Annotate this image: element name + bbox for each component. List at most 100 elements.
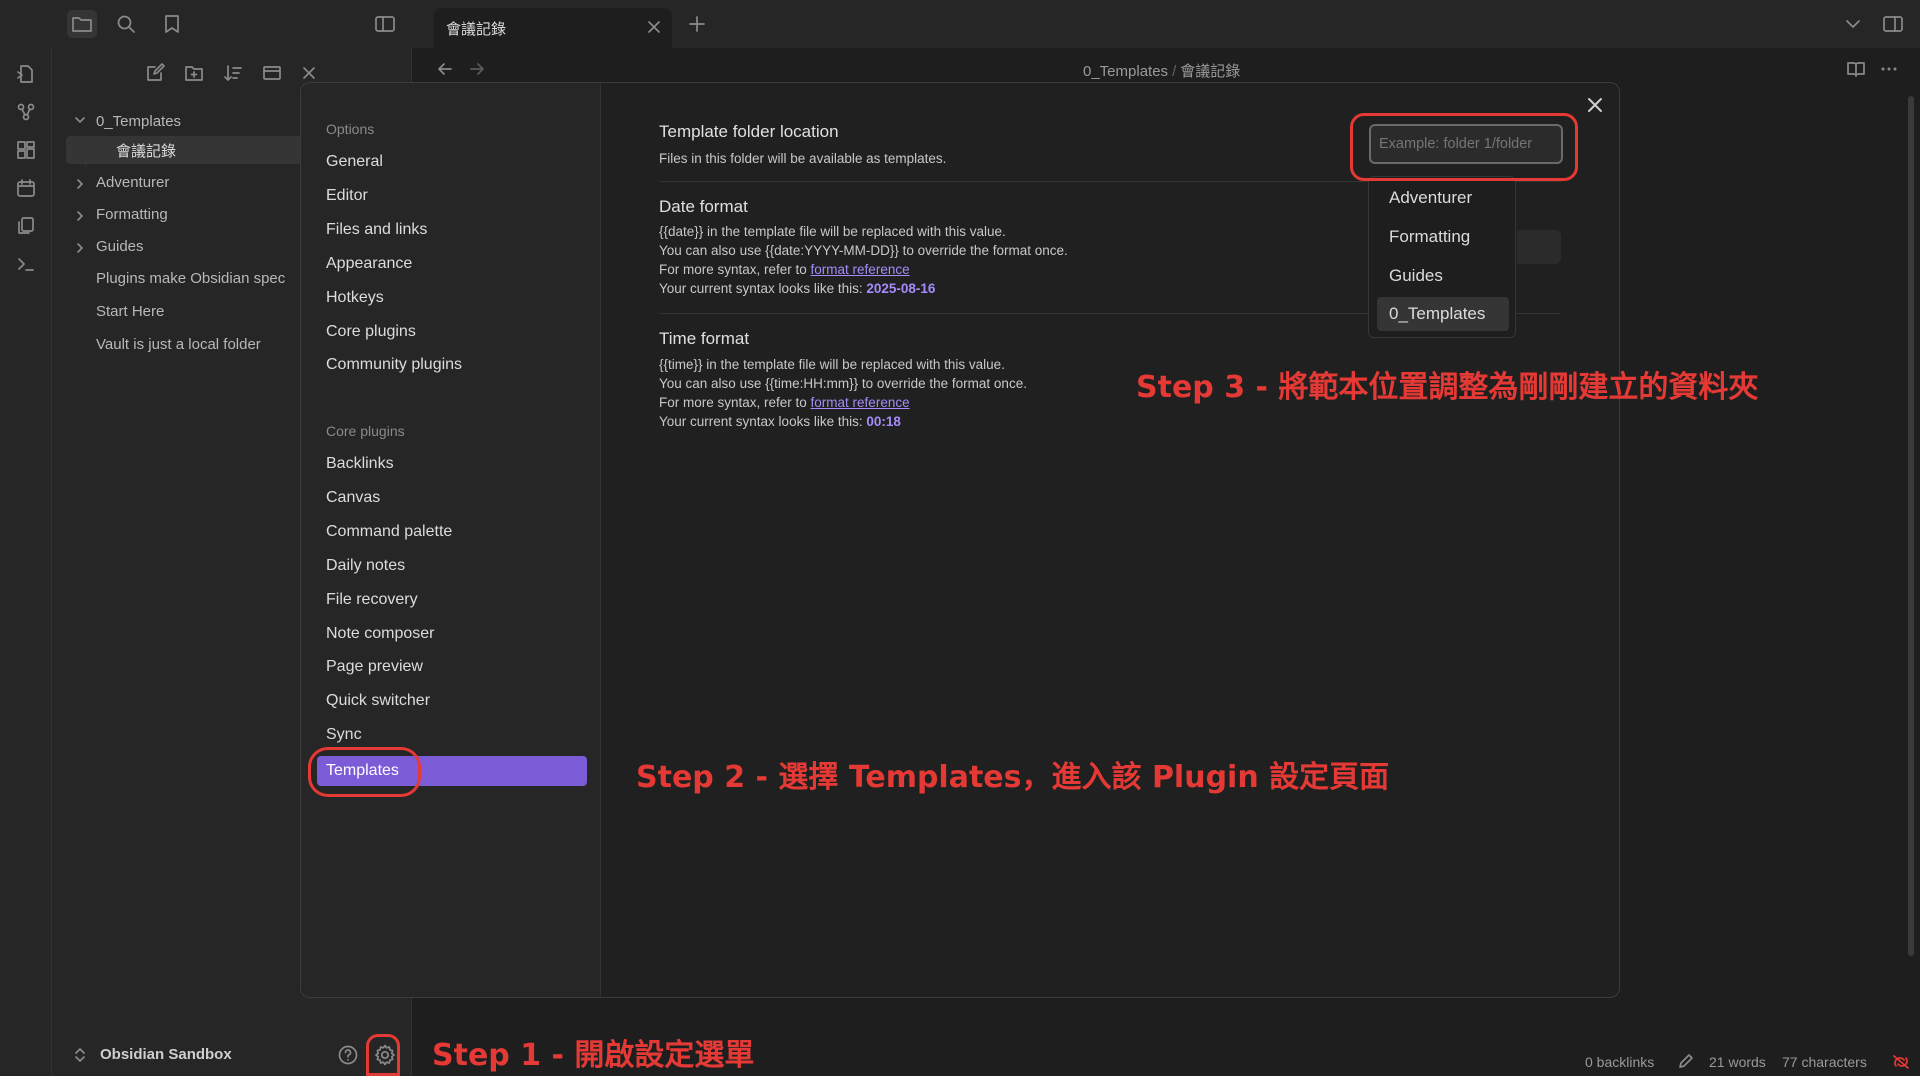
annotation-highlight-templates bbox=[308, 747, 421, 797]
annotation-step-3: Step 3 - 將範本位置調整為剛剛建立的資料夾 bbox=[1136, 370, 1759, 405]
time-format-desc: {{time}} in the template file will be re… bbox=[659, 355, 1027, 431]
settings-item-file-recovery[interactable]: File recovery bbox=[326, 591, 418, 609]
vault-switcher-icon[interactable] bbox=[74, 1046, 86, 1064]
date-format-line-text: For more syntax, refer to bbox=[659, 262, 811, 277]
title-bar: 會議記錄 bbox=[0, 0, 1920, 48]
time-format-line-text: Your current syntax looks like this: bbox=[659, 414, 867, 429]
breadcrumb-file[interactable]: 會議記錄 bbox=[1180, 63, 1240, 80]
chevron-right-icon[interactable] bbox=[74, 242, 86, 254]
reading-view-icon[interactable] bbox=[1846, 60, 1866, 78]
settings-sidebar: Options General Editor Files and links A… bbox=[301, 83, 601, 997]
breadcrumb-separator: / bbox=[1172, 63, 1177, 80]
tab-title: 會議記錄 bbox=[446, 21, 507, 38]
settings-item-canvas[interactable]: Canvas bbox=[326, 489, 380, 507]
template-folder-title: Template folder location bbox=[659, 122, 839, 141]
scrollbar[interactable] bbox=[1908, 96, 1914, 956]
tree-file-start-here[interactable]: Start Here bbox=[96, 303, 164, 320]
tree-item-label: Formatting bbox=[96, 206, 168, 223]
settings-item-quick-switcher[interactable]: Quick switcher bbox=[326, 692, 430, 710]
new-folder-icon[interactable] bbox=[181, 60, 207, 86]
settings-item-hotkeys[interactable]: Hotkeys bbox=[326, 289, 384, 307]
format-reference-link[interactable]: format reference bbox=[811, 262, 910, 277]
graph-view-icon[interactable] bbox=[14, 100, 38, 124]
date-format-input[interactable] bbox=[1517, 230, 1561, 264]
settings-item-page-preview[interactable]: Page preview bbox=[326, 658, 423, 676]
time-format-preview: 00:18 bbox=[866, 414, 901, 429]
settings-item-note-composer[interactable]: Note composer bbox=[326, 625, 435, 643]
back-arrow-icon[interactable] bbox=[436, 60, 454, 78]
backlinks-count[interactable]: 0 backlinks bbox=[1585, 1054, 1654, 1070]
help-icon[interactable] bbox=[337, 1044, 359, 1066]
settings-item-files-and-links[interactable]: Files and links bbox=[326, 221, 427, 239]
tree-item-label: Adventurer bbox=[96, 174, 170, 191]
status-bar: 0 backlinks 21 words 77 characters bbox=[1572, 1048, 1920, 1076]
sync-status-icon[interactable] bbox=[1892, 1054, 1910, 1070]
date-format-line: Your current syntax looks like this: 202… bbox=[659, 279, 1068, 298]
tree-file-meeting-notes[interactable]: 會議記錄 bbox=[66, 136, 306, 164]
suggestion-item[interactable]: Formatting bbox=[1377, 220, 1509, 254]
time-format-line-text: For more syntax, refer to bbox=[659, 395, 811, 410]
settings-item-backlinks[interactable]: Backlinks bbox=[326, 455, 394, 473]
chevron-right-icon[interactable] bbox=[74, 210, 86, 222]
chevron-down-icon[interactable] bbox=[1838, 10, 1868, 38]
date-format-line-text: Your current syntax looks like this: bbox=[659, 281, 867, 296]
settings-item-daily-notes[interactable]: Daily notes bbox=[326, 557, 405, 575]
pencil-icon[interactable] bbox=[1678, 1053, 1694, 1069]
new-note-icon[interactable] bbox=[142, 60, 168, 86]
date-format-desc: {{date}} in the template file will be re… bbox=[659, 222, 1068, 298]
sidebar-toggle-icon[interactable] bbox=[370, 10, 400, 38]
date-format-line: For more syntax, refer to format referen… bbox=[659, 260, 1068, 279]
breadcrumb-folder[interactable]: 0_Templates bbox=[1083, 63, 1168, 80]
ribbon bbox=[0, 48, 52, 1076]
tree-item-label: Vault is just a local folder bbox=[96, 336, 261, 353]
annotation-step-2: Step 2 - 選擇 Templates，進入該 Plugin 設定頁面 bbox=[636, 760, 1390, 795]
date-format-line: You can also use {{date:YYYY-MM-DD}} to … bbox=[659, 243, 1068, 258]
copy-icon[interactable] bbox=[14, 214, 38, 238]
more-options-icon[interactable] bbox=[1880, 60, 1898, 78]
tree-item-label: 會議記錄 bbox=[116, 143, 177, 160]
right-sidebar-toggle-icon[interactable] bbox=[1878, 10, 1908, 38]
suggestion-item-selected[interactable]: 0_Templates bbox=[1377, 297, 1509, 331]
chevron-right-icon[interactable] bbox=[74, 178, 86, 190]
annotation-highlight-folder-input bbox=[1350, 113, 1578, 181]
tree-folder-adventurer[interactable]: Adventurer bbox=[96, 174, 169, 191]
search-icon[interactable] bbox=[111, 10, 141, 38]
vault-name[interactable]: Obsidian Sandbox bbox=[100, 1046, 232, 1063]
tree-folder-0-templates[interactable]: 0_Templates bbox=[96, 110, 181, 134]
bookmark-icon[interactable] bbox=[157, 10, 187, 38]
tree-item-label: 0_Templates bbox=[96, 113, 182, 130]
time-format-line: {{time}} in the template file will be re… bbox=[659, 357, 1005, 372]
settings-item-appearance[interactable]: Appearance bbox=[326, 255, 412, 273]
suggestion-item[interactable]: Guides bbox=[1377, 259, 1509, 293]
settings-item-command-palette[interactable]: Command palette bbox=[326, 523, 452, 541]
settings-item-sync[interactable]: Sync bbox=[326, 726, 362, 744]
format-reference-link[interactable]: format reference bbox=[811, 395, 910, 410]
canvas-icon[interactable] bbox=[14, 138, 38, 162]
settings-item-core-plugins[interactable]: Core plugins bbox=[326, 323, 416, 341]
chevron-down-icon[interactable] bbox=[74, 114, 86, 126]
collapse-all-icon[interactable] bbox=[259, 60, 285, 86]
time-format-line: Your current syntax looks like this: 00:… bbox=[659, 412, 1027, 431]
forward-arrow-icon[interactable] bbox=[468, 60, 486, 78]
tree-file-vault[interactable]: Vault is just a local folder bbox=[96, 336, 261, 353]
new-tab-icon[interactable] bbox=[682, 10, 712, 38]
close-icon[interactable] bbox=[646, 19, 662, 35]
calendar-icon[interactable] bbox=[14, 176, 38, 200]
sort-icon[interactable] bbox=[220, 60, 246, 86]
settings-item-editor[interactable]: Editor bbox=[326, 187, 368, 205]
folder-suggestions: Adventurer Formatting Guides 0_Templates bbox=[1368, 176, 1516, 338]
date-format-title: Date format bbox=[659, 197, 748, 216]
annotation-step-1: Step 1 - 開啟設定選單 bbox=[432, 1038, 755, 1073]
breadcrumb: 0_Templates / 會議記錄 bbox=[1083, 60, 1240, 81]
tab-active-note[interactable]: 會議記錄 bbox=[434, 8, 672, 48]
tree-folder-formatting[interactable]: Formatting bbox=[96, 206, 168, 223]
terminal-icon[interactable] bbox=[14, 252, 38, 276]
date-format-line: {{date}} in the template file will be re… bbox=[659, 224, 1006, 239]
open-quick-switcher-icon[interactable] bbox=[14, 62, 38, 86]
settings-item-general[interactable]: General bbox=[326, 153, 383, 171]
settings-item-community-plugins[interactable]: Community plugins bbox=[326, 356, 462, 374]
suggestion-item[interactable]: Adventurer bbox=[1377, 181, 1509, 215]
tree-folder-guides[interactable]: Guides bbox=[96, 238, 144, 255]
files-icon[interactable] bbox=[67, 10, 97, 38]
close-icon[interactable] bbox=[1585, 95, 1605, 115]
